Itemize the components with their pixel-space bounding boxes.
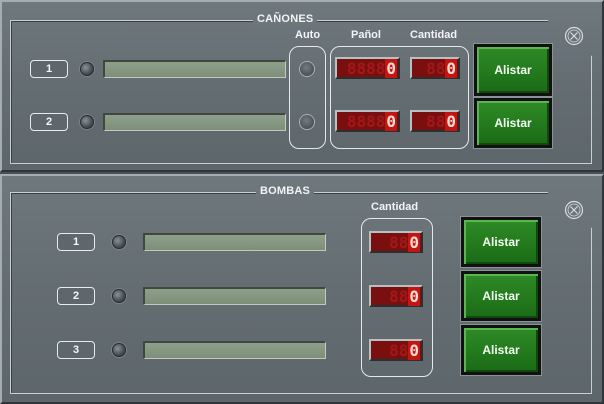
bomba-cantidad-display-2: 88 0 <box>369 285 423 307</box>
canon-alistar-button-1[interactable]: Alistar <box>474 44 552 96</box>
bomba-cantidad-display-1: 88 0 <box>369 231 423 253</box>
bomba-progress-bar-3 <box>143 341 326 359</box>
canon-auto-toggle-1[interactable] <box>300 62 314 76</box>
bomba-alistar-button-1[interactable]: Alistar <box>461 217 541 267</box>
bomba-number-2: 2 <box>57 287 95 305</box>
canon-auto-toggle-2[interactable] <box>300 115 314 129</box>
canones-panel: CAÑONES Auto Pañol Cantidad 1 8888 0 88 0 … <box>0 0 604 172</box>
cantidad-column-label: Cantidad <box>410 29 458 41</box>
bombas-panel: BOMBAS Cantidad 1 88 0 Alistar 2 88 0 Alis… <box>0 174 604 404</box>
canon-panol-display-1: 8888 0 <box>335 57 400 79</box>
canon-status-led-1 <box>80 62 94 76</box>
panol-column-label: Pañol <box>351 29 381 41</box>
canones-title: CAÑONES <box>253 13 318 25</box>
canon-cantidad-display-1: 88 0 <box>410 57 460 79</box>
canon-status-led-2 <box>80 115 94 129</box>
canon-cantidad-display-2: 88 0 <box>410 110 460 132</box>
canon-panol-display-2: 8888 0 <box>335 110 400 132</box>
close-icon[interactable] <box>564 200 584 220</box>
bomba-status-led-3 <box>112 343 126 357</box>
canon-number-1: 1 <box>30 60 68 78</box>
bomba-alistar-button-3[interactable]: Alistar <box>461 325 541 375</box>
bombas-title: BOMBAS <box>256 185 315 197</box>
canon-progress-bar-1 <box>103 60 286 78</box>
canon-progress-bar-2 <box>103 113 286 131</box>
close-icon[interactable] <box>564 26 584 46</box>
bombas-cantidad-column-label: Cantidad <box>371 201 419 213</box>
auto-column-label: Auto <box>295 29 321 41</box>
bomba-status-led-1 <box>112 235 126 249</box>
canon-number-2: 2 <box>30 113 68 131</box>
bomba-alistar-button-2[interactable]: Alistar <box>461 271 541 321</box>
bomba-number-1: 1 <box>57 233 95 251</box>
canon-alistar-button-2[interactable]: Alistar <box>474 98 552 148</box>
bomba-number-3: 3 <box>57 341 95 359</box>
bomba-progress-bar-1 <box>143 233 326 251</box>
bomba-progress-bar-2 <box>143 287 326 305</box>
bomba-cantidad-display-3: 88 0 <box>369 339 423 361</box>
bomba-status-led-2 <box>112 289 126 303</box>
